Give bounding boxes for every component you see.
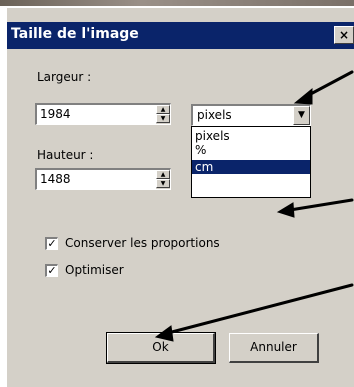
width-spin-up-button[interactable]: ▲: [156, 105, 170, 114]
height-spinner: ▲ ▼: [156, 170, 170, 189]
unit-select-value: pixels: [197, 108, 232, 122]
width-value: 1984: [40, 107, 71, 121]
optimize-checkbox[interactable]: ✓: [45, 264, 58, 277]
close-button[interactable]: ×: [334, 26, 354, 44]
image-size-dialog: Taille de l'image × Largeur : 1984 ▲ ▼ H…: [5, 6, 354, 387]
unit-dropdown-list: pixels % cm: [191, 126, 311, 198]
height-spin-down-button[interactable]: ▼: [156, 179, 170, 188]
height-label: Hauteur :: [37, 148, 94, 162]
width-label: Largeur :: [37, 70, 92, 84]
ok-button[interactable]: Ok: [106, 332, 216, 364]
title-bar[interactable]: Taille de l'image ×: [7, 22, 354, 49]
width-input[interactable]: 1984 ▲ ▼: [35, 103, 171, 125]
chevron-down-icon[interactable]: ▼: [293, 106, 310, 125]
unit-option-pixels[interactable]: pixels: [192, 129, 310, 143]
keep-proportions-checkbox[interactable]: ✓: [45, 237, 58, 250]
width-spinner: ▲ ▼: [156, 105, 170, 124]
optimize-label: Optimiser: [65, 263, 124, 277]
height-spin-up-button[interactable]: ▲: [156, 170, 170, 179]
unit-select[interactable]: pixels ▼: [191, 104, 311, 126]
dialog-title: Taille de l'image: [11, 26, 139, 42]
unit-option-percent[interactable]: %: [192, 143, 310, 157]
width-spin-down-button[interactable]: ▼: [156, 114, 170, 123]
height-value: 1488: [40, 172, 71, 186]
height-input[interactable]: 1488 ▲ ▼: [35, 168, 171, 190]
unit-option-cm[interactable]: cm: [192, 160, 310, 174]
keep-proportions-label: Conserver les proportions: [65, 236, 220, 250]
close-icon: ×: [338, 28, 350, 42]
cancel-button[interactable]: Annuler: [229, 333, 319, 363]
